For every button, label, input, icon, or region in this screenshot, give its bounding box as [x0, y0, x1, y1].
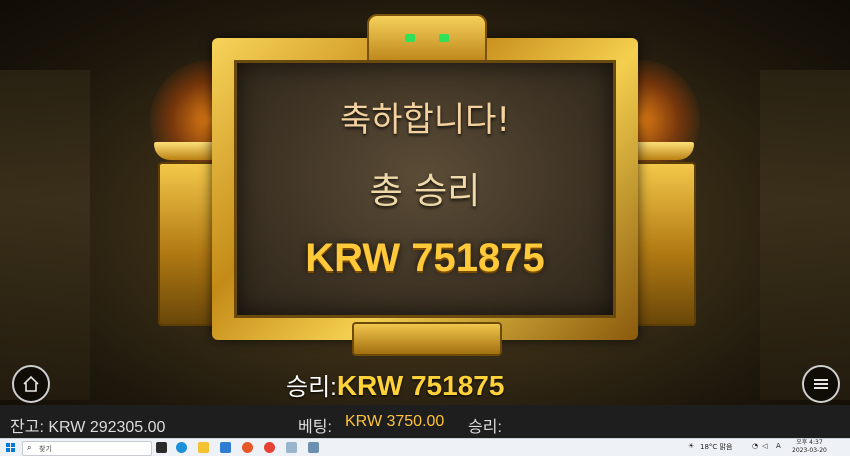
- network-icon[interactable]: ◔: [752, 442, 758, 450]
- game-status-bar: 잔고: KRW 292305.00 베팅: KRW 3750.00 승리:: [0, 405, 850, 438]
- congrats-title: 축하합니다!: [339, 100, 511, 140]
- bet-value: KRW 3750.00: [345, 413, 445, 430]
- home-button[interactable]: [12, 365, 50, 403]
- clock-time: 오후 4:37: [796, 439, 823, 446]
- taskbar-search-box[interactable]: ⌕ 찾기: [22, 441, 152, 456]
- crest-eye-icon: [405, 34, 415, 42]
- total-win-label: 총 승리: [369, 171, 481, 212]
- chrome-icon[interactable]: [264, 442, 275, 453]
- volume-icon[interactable]: ◁: [762, 442, 767, 450]
- background-pillar-right: [760, 70, 850, 400]
- app-icon[interactable]: [308, 442, 319, 453]
- win-label: 승리:: [468, 419, 502, 436]
- background-pillar-left: [0, 70, 90, 400]
- weather-icon[interactable]: ☀: [688, 442, 694, 450]
- firefox-icon[interactable]: [242, 442, 253, 453]
- windows-taskbar: ⌕ 찾기 ☀ 18°C 맑음 ◔ ◁ A 오후 4:37 2023-03-20: [0, 438, 850, 456]
- edge-browser-icon[interactable]: [176, 442, 187, 453]
- win-readout-value: KRW 751875: [336, 370, 505, 401]
- total-win-amount: KRW 751875: [305, 236, 545, 280]
- taskbar-clock[interactable]: 오후 4:37 2023-03-20: [792, 439, 827, 455]
- home-icon: [23, 375, 39, 392]
- crest-eye-icon: [439, 34, 449, 42]
- game-stage: 축하합니다! 총 승리 KRW 751875 승리:KRW 751875: [0, 0, 850, 405]
- balance-text: 잔고: KRW 292305.00: [10, 419, 166, 436]
- hamburger-menu-icon: [814, 379, 828, 389]
- frame-bottom-ornament: [352, 322, 502, 356]
- menu-button[interactable]: [802, 365, 840, 403]
- mail-icon[interactable]: [220, 442, 231, 453]
- win-readout-label: 승리:: [286, 374, 337, 401]
- weather-text[interactable]: 18°C 맑음: [700, 442, 732, 452]
- file-explorer-icon[interactable]: [198, 442, 209, 453]
- windows-start-icon[interactable]: [6, 443, 15, 452]
- ime-indicator[interactable]: A: [776, 442, 781, 450]
- clock-date: 2023-03-20: [792, 447, 827, 454]
- search-icon: ⌕: [27, 443, 32, 452]
- app-icon[interactable]: [286, 442, 297, 453]
- search-placeholder: 찾기: [39, 445, 52, 453]
- win-readout: 승리:KRW 751875: [286, 367, 504, 402]
- task-view-icon[interactable]: [156, 442, 167, 453]
- bet-label: 베팅:: [298, 419, 332, 436]
